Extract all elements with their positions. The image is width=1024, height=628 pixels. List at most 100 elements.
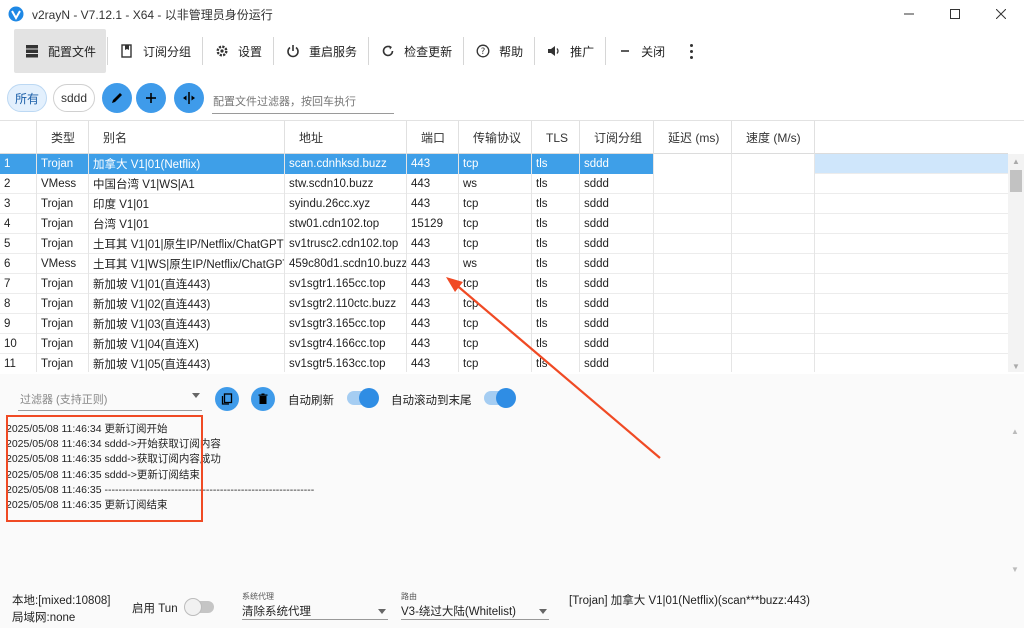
server-icon	[24, 43, 40, 59]
profile-filter-input[interactable]	[212, 84, 394, 114]
column-header[interactable]: 速度 (M/s)	[732, 121, 815, 154]
sysproxy-select[interactable]: 清除系统代理	[242, 600, 388, 620]
table-cell: 新加坡 V1|01(直连443)	[89, 274, 285, 294]
table-row[interactable]: 11 Trojan 新加坡 V1|05(直连443) sv1sgtr5.163cc.t…	[0, 354, 1008, 372]
more-options-icon[interactable]	[681, 43, 701, 59]
minimize-button[interactable]	[886, 0, 932, 28]
move-to-group-button[interactable]	[174, 83, 204, 113]
app-logo-icon	[8, 6, 24, 22]
table-cell	[732, 274, 815, 294]
scroll-up-arrow-icon[interactable]: ▲	[1008, 424, 1022, 438]
auto-refresh-toggle[interactable]	[347, 388, 379, 408]
toolbar-close-button[interactable]: 关闭	[607, 29, 675, 73]
toolbar-restart-button[interactable]: 重启服务	[275, 29, 367, 73]
table-row[interactable]: 9 Trojan 新加坡 V1|03(直连443) sv1sgtr3.165cc.to…	[0, 314, 1008, 334]
column-header[interactable]: 端口	[407, 121, 459, 154]
edit-group-button[interactable]	[102, 83, 132, 113]
table-row[interactable]: 1 Trojan 加拿大 V1|01(Netflix) scan.cdnhksd.bu…	[0, 154, 1008, 174]
table-cell: 443	[407, 254, 459, 274]
group-chip-all[interactable]: 所有	[7, 84, 47, 112]
add-group-button[interactable]	[136, 83, 166, 113]
table-row[interactable]: 10 Trojan 新加坡 V1|04(直连X) sv1sgtr4.166cc.top…	[0, 334, 1008, 354]
scrollbar-thumb[interactable]	[1010, 170, 1022, 192]
close-window-button[interactable]	[978, 0, 1024, 28]
lan-status: 局域网:none	[12, 612, 76, 624]
column-header[interactable]: 别名	[89, 121, 285, 154]
table-cell: sddd	[580, 154, 654, 174]
table-cell: Trojan	[37, 274, 89, 294]
toolbar-separator	[534, 37, 536, 65]
table-cell: sddd	[580, 174, 654, 194]
toolbar-help-button[interactable]: ? 帮助	[465, 29, 533, 73]
table-cell: 土耳其 V1|01|原生IP/Netflix/ChatGPT	[89, 234, 285, 254]
toolbar-profiles-button[interactable]: 配置文件	[14, 29, 107, 73]
table-row[interactable]: 6 VMess 土耳其 V1|WS|原生IP/Netflix/ChatGPT 459c…	[0, 254, 1008, 274]
table-cell: 1	[0, 154, 37, 174]
table-cell: tls	[532, 234, 580, 254]
toolbar-check-update-button[interactable]: 检查更新	[370, 29, 462, 73]
table-cell: 新加坡 V1|02(直连443)	[89, 294, 285, 314]
column-header[interactable]: TLS	[532, 121, 580, 154]
table-cell: ws	[459, 254, 532, 274]
column-header[interactable]: 延迟 (ms)	[654, 121, 732, 154]
table-cell	[654, 294, 732, 314]
toolbar-settings-label: 设置	[238, 44, 263, 59]
table-cell: 7	[0, 274, 37, 294]
table-cell: 2	[0, 174, 37, 194]
scroll-down-arrow-icon[interactable]: ▼	[1008, 562, 1022, 576]
table-cell: 443	[407, 154, 459, 174]
toolbar-subscription-label: 订阅分组	[143, 44, 192, 59]
maximize-button[interactable]	[932, 0, 978, 28]
pencil-icon	[112, 93, 122, 103]
split-arrows-icon	[183, 92, 195, 104]
table-cell: tcp	[459, 334, 532, 354]
scroll-down-arrow-icon[interactable]: ▼	[1008, 359, 1024, 372]
log-filter-combobox[interactable]: 过滤器 (支持正则)	[18, 387, 202, 411]
table-row[interactable]: 8 Trojan 新加坡 V1|02(直连443) sv1sgtr2.110ctc.b…	[0, 294, 1008, 314]
toolbar-settings-button[interactable]: 设置	[204, 29, 272, 73]
table-cell: tcp	[459, 194, 532, 214]
table-cell: 9	[0, 314, 37, 334]
toolbar-separator	[368, 37, 370, 65]
table-row[interactable]: 7 Trojan 新加坡 V1|01(直连443) sv1sgtr1.165cc.to…	[0, 274, 1008, 294]
toolbar-help-label: 帮助	[499, 44, 524, 59]
table-cell	[654, 214, 732, 234]
toolbar-subscription-button[interactable]: 订阅分组	[109, 29, 201, 73]
auto-scroll-toggle[interactable]	[484, 388, 516, 408]
table-cell	[654, 314, 732, 334]
table-cell: tls	[532, 334, 580, 354]
table-cell: syindu.26cc.xyz	[285, 194, 407, 214]
table-cell: sv1sgtr3.165cc.top	[285, 314, 407, 334]
table-cell: ws	[459, 174, 532, 194]
column-header[interactable]: 类型	[37, 121, 89, 154]
column-header[interactable]: 传输协议	[459, 121, 532, 154]
toolbar-promotion-button[interactable]: 推广	[536, 29, 604, 73]
table-cell: 台湾 V1|01	[89, 214, 285, 234]
copy-log-button[interactable]	[215, 387, 239, 411]
table-cell: tls	[532, 274, 580, 294]
table-row[interactable]: 4 Trojan 台湾 V1|01 stw01.cdn102.top 15129 tcp t…	[0, 214, 1008, 234]
clear-log-button[interactable]	[251, 387, 275, 411]
table-cell: sddd	[580, 194, 654, 214]
column-header[interactable]: 地址	[285, 121, 407, 154]
table-cell: tcp	[459, 154, 532, 174]
table-cell: 加拿大 V1|01(Netflix)	[89, 154, 285, 174]
table-row[interactable]: 2 VMess 中国台湾 V1|WS|A1 stw.scdn10.buzz 443 ws t…	[0, 174, 1008, 194]
group-chip-sddd[interactable]: sddd	[53, 84, 95, 112]
table-cell: 443	[407, 354, 459, 372]
tun-toggle[interactable]	[184, 598, 214, 616]
routing-select[interactable]: V3-绕过大陆(Whitelist)	[401, 600, 549, 620]
table-cell	[654, 274, 732, 294]
log-vertical-scrollbar[interactable]: ▲ ▼	[1008, 418, 1022, 586]
column-header[interactable]	[0, 121, 37, 154]
toolbar-separator	[273, 37, 275, 65]
table-cell: 中国台湾 V1|WS|A1	[89, 174, 285, 194]
table-cell: tls	[532, 314, 580, 334]
table-row[interactable]: 5 Trojan 土耳其 V1|01|原生IP/Netflix/ChatGPT sv1…	[0, 234, 1008, 254]
table-row[interactable]: 3 Trojan 印度 V1|01 syindu.26cc.xyz 443 tcp tls s…	[0, 194, 1008, 214]
grid-header: 类型 别名 地址 端口 传输协议 TLS 订阅分组 延迟 (ms) 速度 (M/s)	[0, 121, 1008, 154]
close-icon	[996, 9, 1006, 19]
scroll-up-arrow-icon[interactable]: ▲	[1008, 154, 1024, 168]
grid-vertical-scrollbar[interactable]: ▲ ▼	[1008, 154, 1024, 372]
column-header[interactable]: 订阅分组	[580, 121, 654, 154]
